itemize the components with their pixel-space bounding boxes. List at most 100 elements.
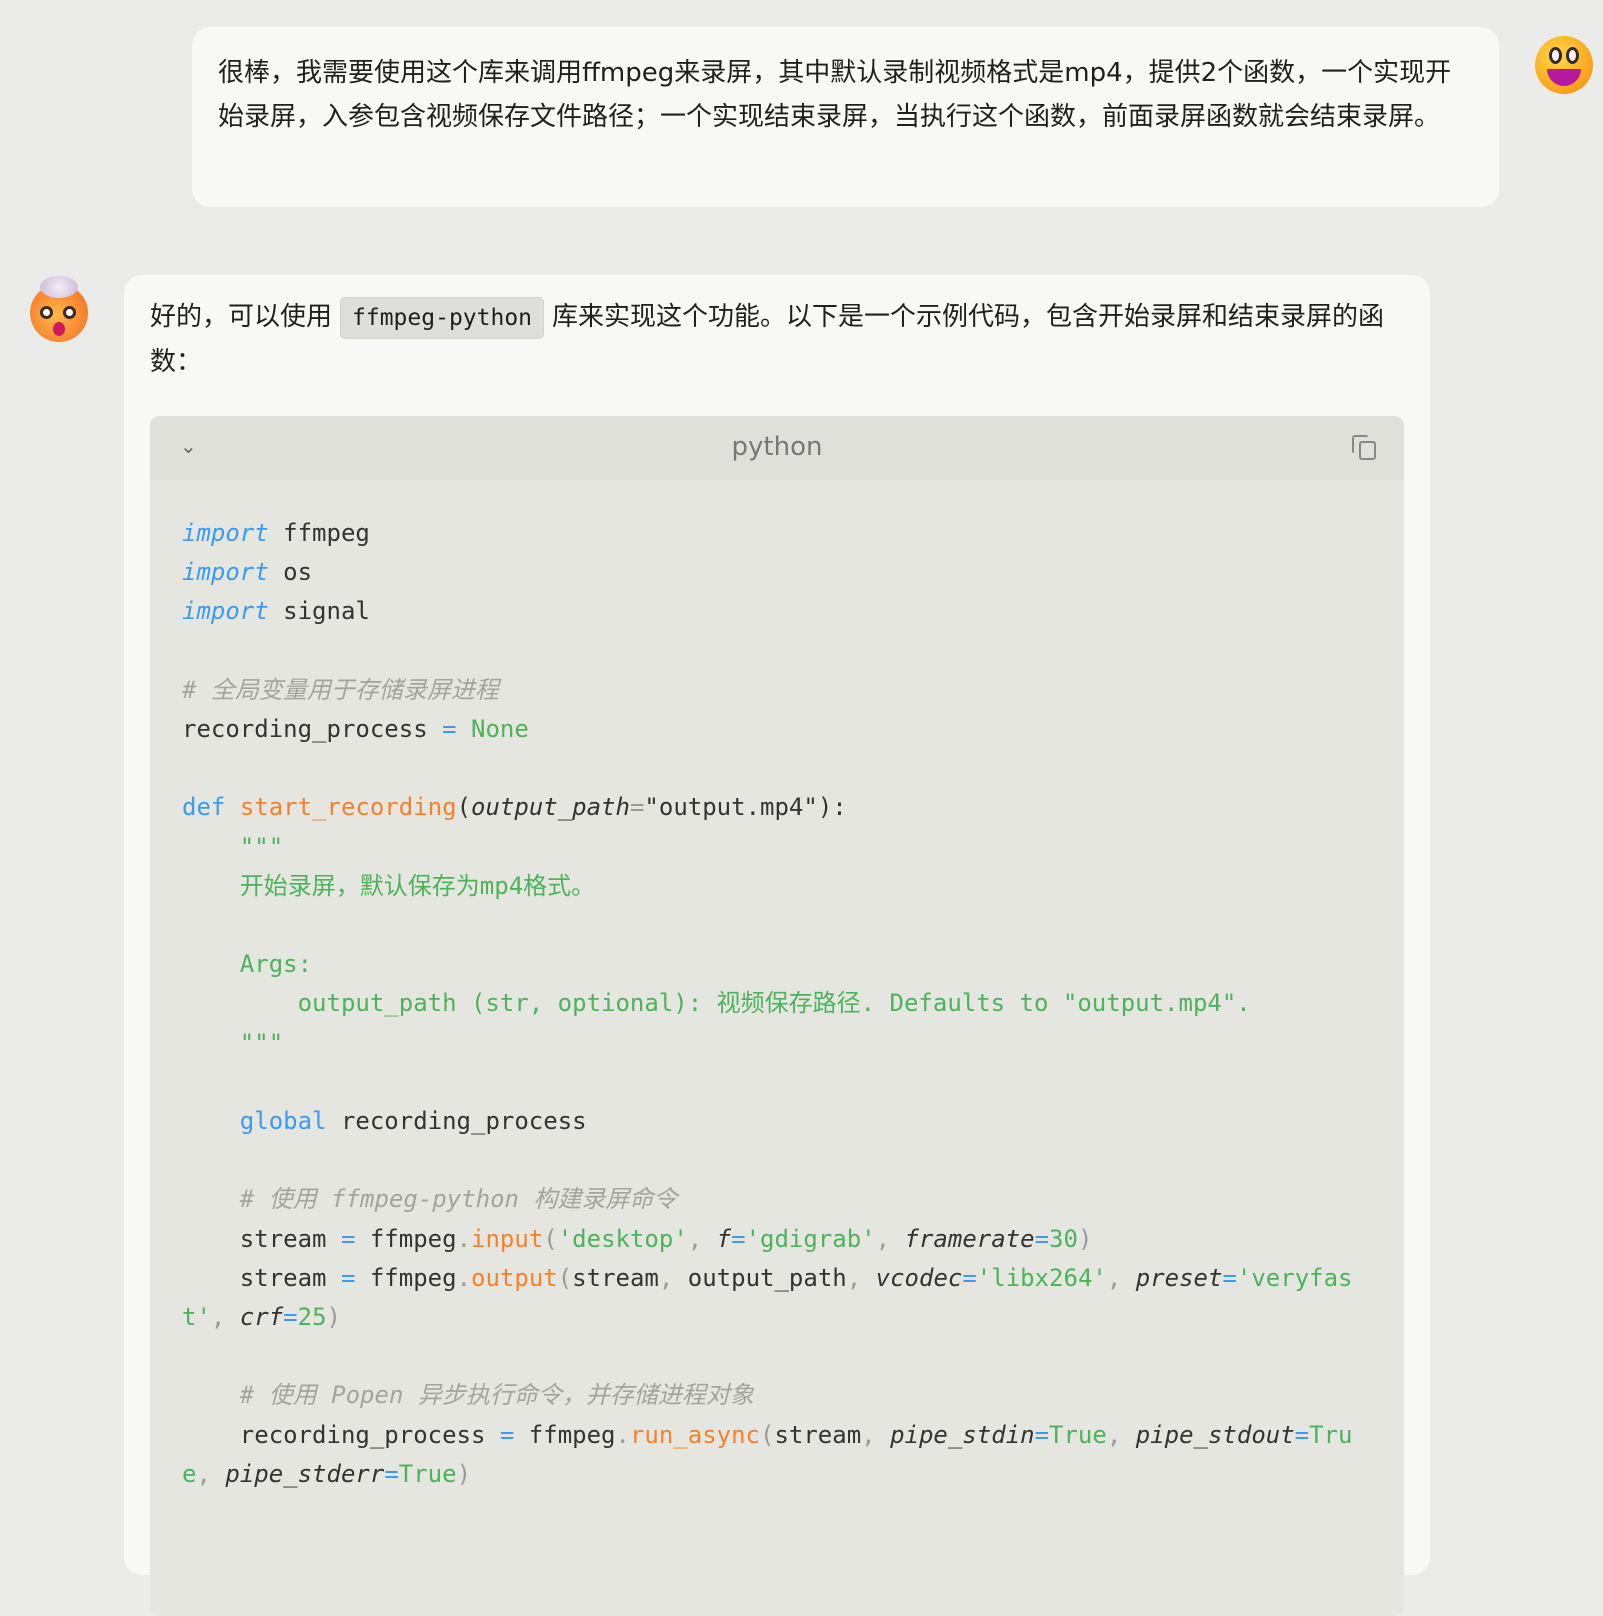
code-token: input [471, 1224, 544, 1253]
assistant-intro: 好的，可以使用 ffmpeg-python 库来实现这个功能。以下是一个示例代码，包… [150, 295, 1400, 385]
code-token: stream [774, 1420, 862, 1449]
code-token: stream [572, 1263, 659, 1292]
code-token: True [398, 1459, 457, 1488]
code-token: True [1049, 1420, 1107, 1449]
intro-text: 好的，可以使用 [150, 302, 333, 332]
code-body: import ffmpeg import os import signal # 全局… [150, 480, 1404, 1528]
code-line: import ffmpeg [182, 514, 1372, 553]
code-line: """ [182, 1024, 1372, 1063]
code-token: ) [326, 1303, 341, 1332]
code-line: stream = ffmpeg.output(stream, output_pa… [182, 1259, 1372, 1337]
code-token: , [1106, 1420, 1136, 1449]
code-token: , [210, 1303, 240, 1332]
code-line: recording_process = None [182, 710, 1372, 749]
code-token: import [182, 519, 269, 547]
code-line: output_path (str, optional): 视频保存路径. Def… [182, 984, 1372, 1023]
assistant-message-bubble: 好的，可以使用 ffmpeg-python 库来实现这个功能。以下是一个示例代码，包… [124, 275, 1430, 1616]
code-token: = [731, 1224, 746, 1253]
code-token: ffmpeg [268, 519, 370, 547]
code-line: def start_recording(output_path="output.… [182, 788, 1372, 827]
code-token: None [456, 715, 529, 744]
code-token: ffmpeg [514, 1420, 616, 1449]
code-token: preset [1135, 1263, 1223, 1292]
code-token: ( [543, 1224, 558, 1253]
code-token: ) [1077, 1224, 1093, 1253]
code-token: import [182, 558, 269, 587]
code-token: ( [557, 1263, 573, 1292]
code-token: def [182, 793, 226, 822]
code-token: . [456, 1263, 472, 1292]
intro-text: 库来实现这个功能。以下是一个示例代码，包含开始录屏和结束录屏的函数： [150, 302, 1385, 377]
code-token: = [442, 715, 457, 744]
eye-icon [1549, 47, 1562, 64]
code-token: # 使用 Popen 异步执行命令，并存储进程对象 [182, 1381, 754, 1410]
code-token: , [861, 1420, 891, 1449]
code-token: 'libx264' [976, 1263, 1107, 1292]
mouth-icon [1547, 69, 1581, 86]
code-token: , [196, 1459, 226, 1488]
code-token: pipe_stdin [890, 1420, 1035, 1449]
code-header: ⌄ python [150, 416, 1404, 480]
code-token: = [283, 1303, 298, 1332]
code-line: # 使用 ffmpeg-python 构建录屏命令 [182, 1180, 1372, 1219]
code-token: framerate [904, 1224, 1035, 1253]
code-token: start_recording [239, 793, 457, 822]
code-token: vcodec [875, 1263, 963, 1292]
code-token: # 使用 ffmpeg-python 构建录屏命令 [182, 1185, 678, 1214]
code-token: pipe_stdout [1135, 1420, 1295, 1449]
user-message-bubble: 很棒，我需要使用这个库来调用ffmpeg来录屏，其中默认录制视频格式是mp4，提… [192, 27, 1499, 207]
code-token: ( [456, 793, 472, 822]
code-line: stream = ffmpeg.input('desktop', f='gdig… [182, 1220, 1372, 1259]
code-line: import signal [182, 592, 1372, 631]
code-token: f [716, 1224, 732, 1253]
code-line: """ [182, 828, 1372, 867]
code-token: . [456, 1224, 472, 1253]
code-token: , [658, 1263, 688, 1292]
code-line: Args: [182, 945, 1372, 984]
code-token: = [499, 1420, 515, 1449]
code-token: os [268, 558, 313, 587]
code-token: = [1294, 1420, 1310, 1449]
code-line: # 使用 Popen 异步执行命令，并存储进程对象 [182, 1376, 1372, 1415]
code-token: 开始录屏，默认保存为mp4格式。 [182, 871, 596, 900]
code-token: "output.mp4"): [644, 793, 847, 822]
code-token: 30 [1049, 1224, 1078, 1253]
code-token: output_path [687, 1263, 847, 1292]
code-token: run_async [629, 1420, 760, 1449]
user-message-text: 很棒，我需要使用这个库来调用ffmpeg来录屏，其中默认录制视频格式是mp4，提… [218, 58, 1452, 132]
code-token: output_path [471, 793, 630, 822]
code-token: = [962, 1263, 977, 1292]
copy-icon[interactable] [1352, 435, 1378, 461]
code-token: recording_process [182, 1420, 500, 1449]
code-token: global [239, 1107, 327, 1136]
code-token: stream [182, 1224, 341, 1253]
eye-icon [40, 306, 53, 319]
code-token: ffmpeg [355, 1263, 457, 1292]
code-token: recording_process [326, 1107, 587, 1136]
code-token: = [1034, 1224, 1050, 1253]
code-token: = [1034, 1420, 1050, 1449]
code-line: global recording_process [182, 1102, 1372, 1141]
code-token: = [340, 1263, 356, 1292]
eye-icon [1566, 47, 1579, 64]
code-token: 'desktop' [557, 1224, 688, 1253]
code-line: recording_process = ffmpeg.run_async(str… [182, 1416, 1372, 1494]
code-token: signal [268, 597, 370, 626]
code-language: python [731, 432, 823, 462]
code-token: = [629, 793, 645, 822]
assistant-avatar [30, 276, 88, 342]
code-token: """ [182, 832, 284, 861]
code-token: crf [239, 1303, 284, 1332]
code-line: # 全局变量用于存储录屏进程 [182, 671, 1372, 710]
code-token: ( [760, 1420, 775, 1449]
code-block: ⌄ python import ffmpeg import os import si… [150, 416, 1404, 1616]
code-token: = [1222, 1263, 1237, 1292]
code-token: = [384, 1459, 399, 1488]
code-token: 'gdigrab' [745, 1224, 876, 1253]
eye-icon [63, 306, 76, 319]
